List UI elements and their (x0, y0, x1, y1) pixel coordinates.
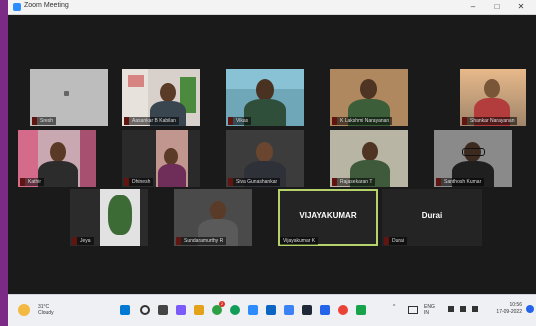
mail-icon[interactable] (284, 305, 294, 315)
participant-tile[interactable]: K Lakshmi Narayanan (330, 69, 408, 126)
participant-tile[interactable]: Siva Gunashankar (226, 130, 304, 187)
clock-time: 10:56 (509, 302, 522, 308)
system-clock[interactable]: 10:56 17-09-2022 (490, 302, 522, 316)
participant-name: Sundaramurthy R (176, 237, 227, 245)
gallery-view: Sresh Aasankar B Kabilan Vikas K Lakshmi… (8, 15, 536, 295)
participant-tile[interactable]: Dhinesh (122, 130, 200, 187)
word-icon[interactable] (320, 305, 330, 315)
task-view-icon[interactable] (158, 305, 168, 315)
whatsapp-icon[interactable] (230, 305, 240, 315)
browser-icon[interactable] (338, 305, 348, 315)
excel-icon[interactable] (356, 305, 366, 315)
terminal-icon[interactable] (302, 305, 312, 315)
participant-name: Aasankar B Kabilan (124, 117, 179, 125)
participant-avatar-name: Durai (421, 211, 443, 220)
participant-tile[interactable]: Aasankar B Kabilan (122, 69, 200, 126)
participant-name: Dhinesh (124, 178, 154, 186)
volume-icon[interactable] (460, 306, 466, 312)
participant-tile[interactable]: Jeya (70, 189, 148, 246)
start-icon[interactable] (120, 305, 130, 315)
participant-tile[interactable]: Kathir (18, 130, 96, 187)
show-hidden-icons[interactable]: ^ (393, 304, 395, 310)
search-icon[interactable] (140, 305, 150, 315)
battery-icon[interactable] (408, 306, 418, 314)
maximize-button[interactable]: □ (488, 1, 506, 13)
weather-icon (18, 304, 30, 316)
participant-tile[interactable]: Sundaramurthy R (174, 189, 252, 246)
zoom-taskbar-icon[interactable] (248, 305, 258, 315)
participant-tile[interactable]: Vikas (226, 69, 304, 126)
weather-widget[interactable]: 31°C Cloudy (38, 304, 54, 316)
chat-icon[interactable] (176, 305, 186, 315)
participant-name: Rajasekaran T (332, 178, 376, 186)
weather-desc: Cloudy (38, 310, 54, 316)
taskbar: 31°C Cloudy 2 ^ ENG IN 10:56 17-09-2022 (8, 294, 536, 326)
clock-date: 17-09-2022 (496, 309, 522, 315)
participant-tile[interactable]: Santhosh Kumar (434, 130, 512, 187)
participant-name: Santhosh Kumar (436, 178, 485, 186)
wifi-icon[interactable] (448, 306, 454, 312)
zoom-app-icon (13, 3, 21, 11)
region-code: IN (424, 310, 429, 316)
participant-tile[interactable]: Durai Durai (382, 189, 482, 246)
screen-icon (64, 91, 69, 96)
file-explorer-icon[interactable] (194, 305, 204, 315)
close-button[interactable]: ✕ (512, 1, 530, 13)
participant-name: Vikas (228, 117, 252, 125)
participant-name: K Lakshmi Narayanan (332, 117, 393, 125)
window-title: Zoom Meeting (24, 2, 69, 9)
participant-name: Kathir (20, 178, 45, 186)
language-indicator[interactable]: ENG IN (424, 304, 435, 316)
participant-name: Jeya (72, 237, 94, 245)
edge-icon[interactable] (266, 305, 276, 315)
participant-avatar-name: VIJAYAKUMAR (299, 211, 357, 220)
notification-center-icon[interactable] (526, 305, 534, 313)
participant-tile[interactable]: Sresh (30, 69, 108, 126)
participant-name: Siva Gunashankar (228, 178, 281, 186)
participant-name: Durai (384, 237, 407, 245)
minimize-button[interactable]: – (464, 1, 482, 13)
participant-name: Sresh (32, 117, 57, 125)
participant-tile[interactable]: Rajasekaran T (330, 130, 408, 187)
battery-status-icon[interactable] (472, 306, 478, 312)
zoom-window: Zoom Meeting – □ ✕ Sresh Aasankar B Kabi… (8, 0, 536, 326)
notification-badge: 2 (219, 301, 225, 307)
participant-tile-active-speaker[interactable]: VIJAYAKUMAR Vijayakumar K (278, 189, 378, 246)
participant-name: Vijayakumar K (280, 237, 319, 245)
participant-name: Shankar Narayanan (462, 117, 518, 125)
title-bar: Zoom Meeting – □ ✕ (8, 0, 536, 15)
participant-tile[interactable]: Shankar Narayanan (460, 69, 526, 126)
